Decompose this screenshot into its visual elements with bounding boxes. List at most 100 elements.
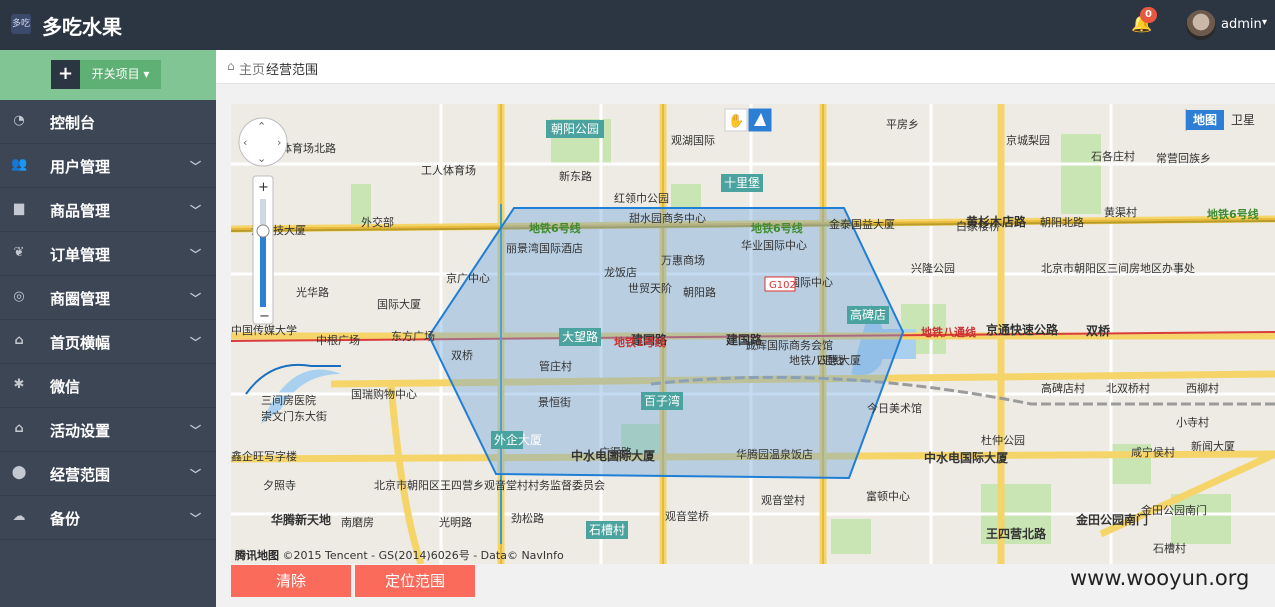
sidebar-item-label: 控制台 (50, 114, 96, 132)
map-label: 十里堡 (724, 175, 760, 190)
map-label: 南磨房 (341, 516, 374, 529)
map-label: 万惠商场 (661, 253, 705, 267)
target-icon: ◎ (13, 289, 25, 304)
map-type-satellite-button[interactable]: 卫星 (1224, 110, 1262, 130)
map-label: 管庄村 (539, 359, 572, 373)
zoom-in-icon: + (258, 180, 269, 195)
chevron-right-icon: › (277, 136, 281, 149)
map-label: 黄杉木店路 (966, 214, 1027, 229)
map-label: 华腾园温泉饭店 (736, 447, 813, 461)
zoom-out-icon: − (259, 309, 270, 324)
brand-name[interactable]: 多吃水果 (42, 11, 122, 40)
zoom-handle[interactable] (256, 224, 270, 238)
map-label: 中国传媒大学 (231, 323, 297, 337)
map-label: 金泰国益大厦 (829, 217, 895, 231)
map-label: 新闻大厦 (1191, 439, 1235, 453)
sidebar-item-scope[interactable]: ⬤ 经营范围 ﹀ (0, 452, 216, 496)
add-button[interactable]: + (51, 60, 80, 89)
map-label: 世贸天阶 (628, 281, 672, 295)
map-label: 夕照寺 (263, 479, 296, 492)
sidebar-item-orders[interactable]: ❦ 订单管理 ﹀ (0, 232, 216, 276)
map-label: 地铁八通线 (921, 325, 976, 339)
map-label: 三间房医院 (261, 393, 316, 407)
watermark: www.wooyun.org (1070, 566, 1250, 590)
chevron-down-icon: ﹀ (190, 512, 201, 525)
chevron-down-icon: ﹀ (190, 468, 201, 481)
map-label: 咸宁侯村 (1131, 445, 1175, 459)
map-label: 常营回族乡 (1156, 151, 1211, 165)
map-label: 建国路 (725, 332, 763, 347)
map-label: 双桥 (451, 349, 473, 362)
home-icon[interactable]: ⌂ (227, 59, 235, 73)
sidebar-item-backup[interactable]: ☁ 备份 ﹀ (0, 496, 216, 540)
map-base: 朝阳公园 十里堡 大望路 高碑店 百子湾 外企大厦 石槽村 新东路 观湖国际 红… (231, 104, 1275, 564)
notification-badge[interactable]: 0 (1140, 7, 1157, 23)
home-icon: ⌂ (14, 333, 24, 348)
map-label: 大望路 (562, 329, 598, 344)
map-copyright: 腾讯地图 ©2015 Tencent - GS(2014)6026号 - Dat… (235, 547, 564, 563)
clear-button[interactable]: 清除 (231, 565, 351, 597)
map-label: 地铁6号线 (529, 221, 581, 235)
map-label: 华腾新天地 (271, 512, 331, 527)
map-type-map-button[interactable]: 地图 (1186, 110, 1224, 130)
map-label: 京城梨园 (1006, 133, 1050, 147)
locate-button-label: 定位范围 (384, 572, 445, 590)
map-label: 景恒街 (538, 395, 571, 409)
map-label: 中根广场 (316, 333, 360, 347)
chevron-down-icon[interactable]: ▾ (1262, 17, 1267, 28)
map-label: 地铁6号线 (751, 221, 803, 235)
map-label: 小寺村 (1176, 415, 1209, 429)
chevron-down-icon: ﹀ (190, 336, 201, 349)
map-label: 地铁1号线 (614, 335, 666, 349)
map-label: 平房乡 (886, 118, 919, 131)
locate-range-button[interactable]: 定位范围 (355, 565, 475, 597)
avatar[interactable] (1186, 10, 1216, 40)
map-label: 外企大厦 (494, 432, 542, 447)
map-label: 高碑店 (850, 307, 886, 322)
clear-button-label: 清除 (275, 572, 306, 590)
users-icon: 👥 (11, 157, 28, 172)
sidebar-item-wechat[interactable]: ✱ 微信 (0, 364, 216, 408)
project-toggle-button[interactable]: 开关项目 ▾ (80, 60, 161, 89)
dashboard-icon: ◔ (13, 113, 25, 128)
sidebar-item-label: 订单管理 (50, 246, 111, 264)
map-label: 中水电国际大厦 (571, 448, 656, 463)
username[interactable]: admin (1221, 17, 1262, 32)
breadcrumb-home[interactable]: 主页 (239, 59, 265, 78)
map-label: 百子湾 (644, 393, 680, 408)
map-label: 杜仲公园 (981, 433, 1025, 447)
map-label: 今日美术馆 (867, 401, 922, 415)
map-label: 黄渠村 (1104, 205, 1137, 219)
map-label: 石槽村 (1153, 541, 1186, 555)
chevron-up-icon: ⌃ (257, 120, 266, 133)
map-label: 观音堂桥 (665, 509, 709, 523)
map-label: 地铁八通线 (789, 353, 844, 367)
sidebar-item-activity[interactable]: ⌂ 活动设置 ﹀ (0, 408, 216, 452)
chevron-down-icon: ⌄ (257, 152, 266, 165)
sidebar-item-users[interactable]: 👥 用户管理 ﹀ (0, 144, 216, 188)
map-label: 观音堂村 (761, 493, 805, 507)
chevron-down-icon: ﹀ (190, 248, 201, 261)
chevron-left-icon: ‹ (243, 136, 247, 149)
sidebar-item-business-district[interactable]: ◎ 商圈管理 ﹀ (0, 276, 216, 320)
map-canvas[interactable]: 朝阳公园 十里堡 大望路 高碑店 百子湾 外企大厦 石槽村 新东路 观湖国际 红… (231, 104, 1275, 564)
copyright-text: ©2015 Tencent - GS(2014)6026号 - Data© Na… (282, 549, 564, 562)
sidebar-item-dashboard[interactable]: ◔ 控制台 (0, 100, 216, 144)
map-label: 红领巾公园 (614, 191, 669, 205)
sidebar-item-label: 备份 (50, 510, 81, 528)
map-label: 京广中心 (446, 271, 490, 285)
map-label: 中水电国际大厦 (924, 450, 1009, 465)
sidebar-item-products[interactable]: ▆ 商品管理 ﹀ (0, 188, 216, 232)
logo-icon[interactable]: 多吃 (11, 14, 31, 34)
map-label: 双桥 (1086, 323, 1111, 338)
map-label: 外交部 (361, 215, 394, 229)
map-label: 龙饭店 (604, 265, 637, 279)
home-icon: ⌂ (14, 421, 24, 436)
map-label: G102 (769, 280, 796, 291)
map-label: 丽景湾国际酒店 (506, 241, 583, 255)
leaf-icon: ❦ (13, 245, 25, 260)
map-label: 光华路 (296, 285, 329, 299)
map-label: 甜水园商务中心 (629, 211, 706, 225)
sidebar-item-banners[interactable]: ⌂ 首页横幅 ﹀ (0, 320, 216, 364)
sidebar-item-label: 用户管理 (50, 158, 111, 176)
